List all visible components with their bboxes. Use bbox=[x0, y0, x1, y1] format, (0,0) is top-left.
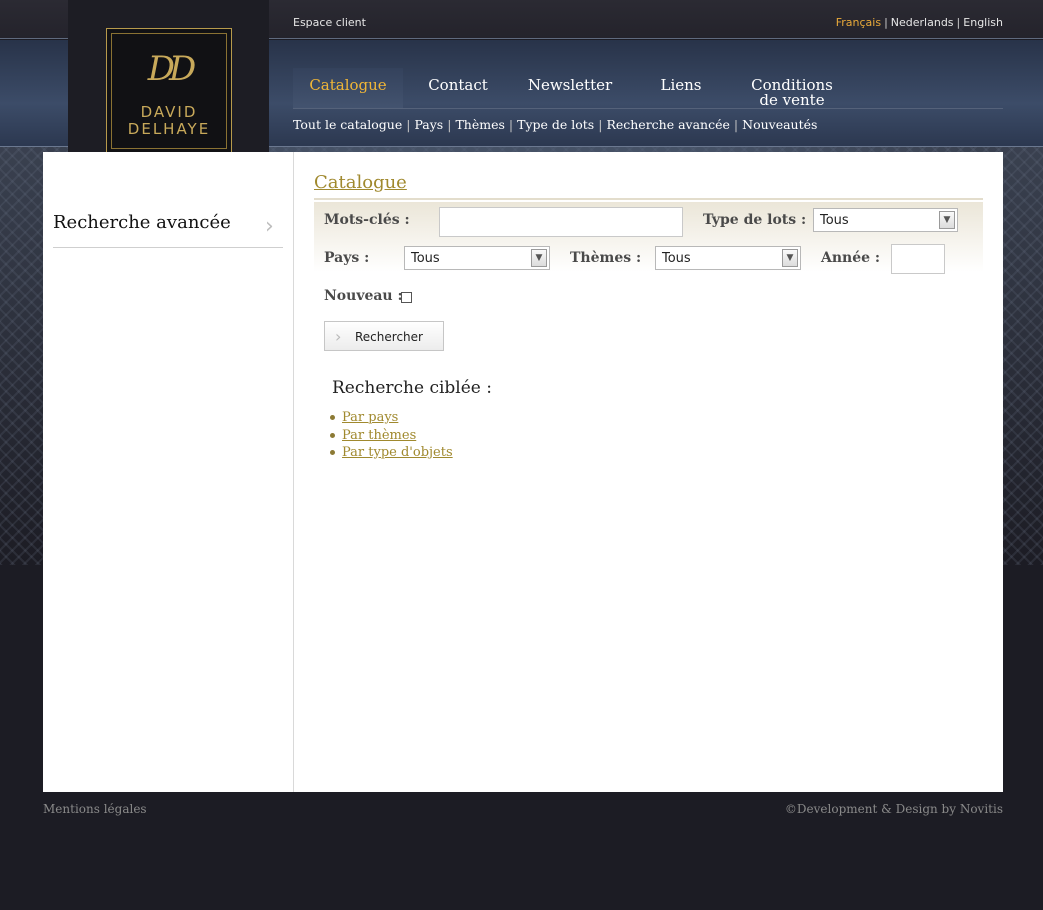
subnav-separator: | bbox=[598, 117, 603, 132]
bullet-icon bbox=[330, 432, 335, 438]
nav-catalogue[interactable]: Catalogue bbox=[293, 68, 403, 108]
language-switcher: Français | Nederlands | English bbox=[836, 16, 1003, 29]
search-button-label: Rechercher bbox=[355, 330, 423, 344]
subnav-type-de-lots[interactable]: Type de lots bbox=[517, 117, 594, 132]
subnav-tout-le-catalogue[interactable]: Tout le catalogue bbox=[293, 117, 402, 132]
language-separator: | bbox=[884, 16, 888, 29]
language-francais[interactable]: Français bbox=[836, 16, 881, 29]
list-item: Par thèmes bbox=[330, 427, 453, 445]
title-divider bbox=[314, 198, 983, 200]
subnav-separator: | bbox=[508, 117, 514, 132]
country-select[interactable]: Tous ▼ bbox=[404, 246, 550, 270]
logo[interactable]: DD DAVID DELHAYE bbox=[106, 28, 232, 154]
subnav-separator: | bbox=[447, 117, 452, 132]
subnav-separator: | bbox=[733, 117, 739, 132]
footer-legal-link[interactable]: Mentions légales bbox=[43, 802, 147, 816]
sidebar-title[interactable]: Recherche avancée bbox=[53, 212, 231, 233]
sub-navigation: Tout le catalogue | Pays | Thèmes | Type de lo… bbox=[293, 117, 817, 132]
nav-newsletter[interactable]: Newsletter bbox=[515, 68, 625, 108]
subnav-pays[interactable]: Pays bbox=[414, 117, 443, 132]
language-nederlands[interactable]: Nederlands bbox=[891, 16, 954, 29]
sidebar-divider bbox=[293, 152, 294, 792]
link-par-pays[interactable]: Par pays bbox=[342, 410, 398, 425]
logo-line1: DAVID bbox=[140, 103, 198, 121]
subnav-themes[interactable]: Thèmes bbox=[455, 117, 504, 132]
list-item: Par pays bbox=[330, 409, 453, 427]
nav-contact[interactable]: Contact bbox=[403, 68, 513, 108]
footer-credits[interactable]: ©Development & Design by Novitis bbox=[785, 802, 1003, 816]
bullet-icon bbox=[330, 415, 335, 420]
nav-liens[interactable]: Liens bbox=[626, 68, 736, 108]
chevron-right-icon: › bbox=[265, 214, 274, 239]
list-item: Par type d'objets bbox=[330, 444, 453, 462]
espace-client-link[interactable]: Espace client bbox=[293, 16, 366, 29]
subnav-recherche-avancee[interactable]: Recherche avancée bbox=[606, 117, 729, 132]
language-separator: | bbox=[956, 16, 961, 29]
targeted-search-title: Recherche ciblée : bbox=[332, 378, 492, 398]
country-value: Tous bbox=[411, 251, 440, 266]
subnav-nouveautes[interactable]: Nouveautés bbox=[742, 117, 817, 132]
keywords-label: Mots-clés : bbox=[324, 212, 410, 228]
targeted-search-list: Par pays Par thèmes Par type d'objets bbox=[330, 409, 453, 462]
country-label: Pays : bbox=[324, 250, 370, 266]
themes-select[interactable]: Tous ▼ bbox=[655, 246, 801, 270]
search-button[interactable]: › Rechercher bbox=[324, 321, 444, 351]
year-label: Année : bbox=[821, 250, 881, 266]
link-par-type-objets[interactable]: Par type d'objets bbox=[342, 445, 453, 460]
keywords-input[interactable] bbox=[439, 207, 683, 237]
logo-monogram: DD bbox=[147, 49, 197, 89]
lot-type-label: Type de lots : bbox=[703, 212, 807, 228]
chevron-down-icon: ▼ bbox=[531, 249, 547, 267]
lot-type-value: Tous bbox=[820, 213, 849, 228]
content-panel: Recherche avancée › Catalogue Mots-clés … bbox=[43, 152, 1003, 792]
themes-value: Tous bbox=[662, 251, 691, 266]
link-par-themes[interactable]: Par thèmes bbox=[342, 428, 416, 443]
language-english[interactable]: English bbox=[963, 16, 1003, 29]
themes-label: Thèmes : bbox=[570, 250, 642, 266]
chevron-right-icon: › bbox=[335, 327, 342, 346]
new-checkbox[interactable] bbox=[401, 292, 412, 303]
lot-type-select[interactable]: Tous ▼ bbox=[813, 208, 958, 232]
main-navigation: Catalogue Contact Newsletter Liens Condi… bbox=[293, 68, 1003, 109]
year-input[interactable] bbox=[891, 244, 945, 274]
logo-name: DAVID DELHAYE bbox=[107, 104, 231, 138]
chevron-down-icon: ▼ bbox=[782, 249, 798, 267]
new-label: Nouveau : bbox=[324, 288, 403, 304]
chevron-down-icon: ▼ bbox=[939, 211, 955, 229]
bullet-icon bbox=[330, 450, 335, 455]
logo-line2: DELHAYE bbox=[127, 120, 211, 138]
page-title[interactable]: Catalogue bbox=[314, 172, 407, 193]
sidebar-rule bbox=[53, 247, 283, 248]
subnav-separator: | bbox=[406, 117, 411, 132]
nav-conditions-de-vente[interactable]: Conditions de vente bbox=[741, 68, 843, 108]
